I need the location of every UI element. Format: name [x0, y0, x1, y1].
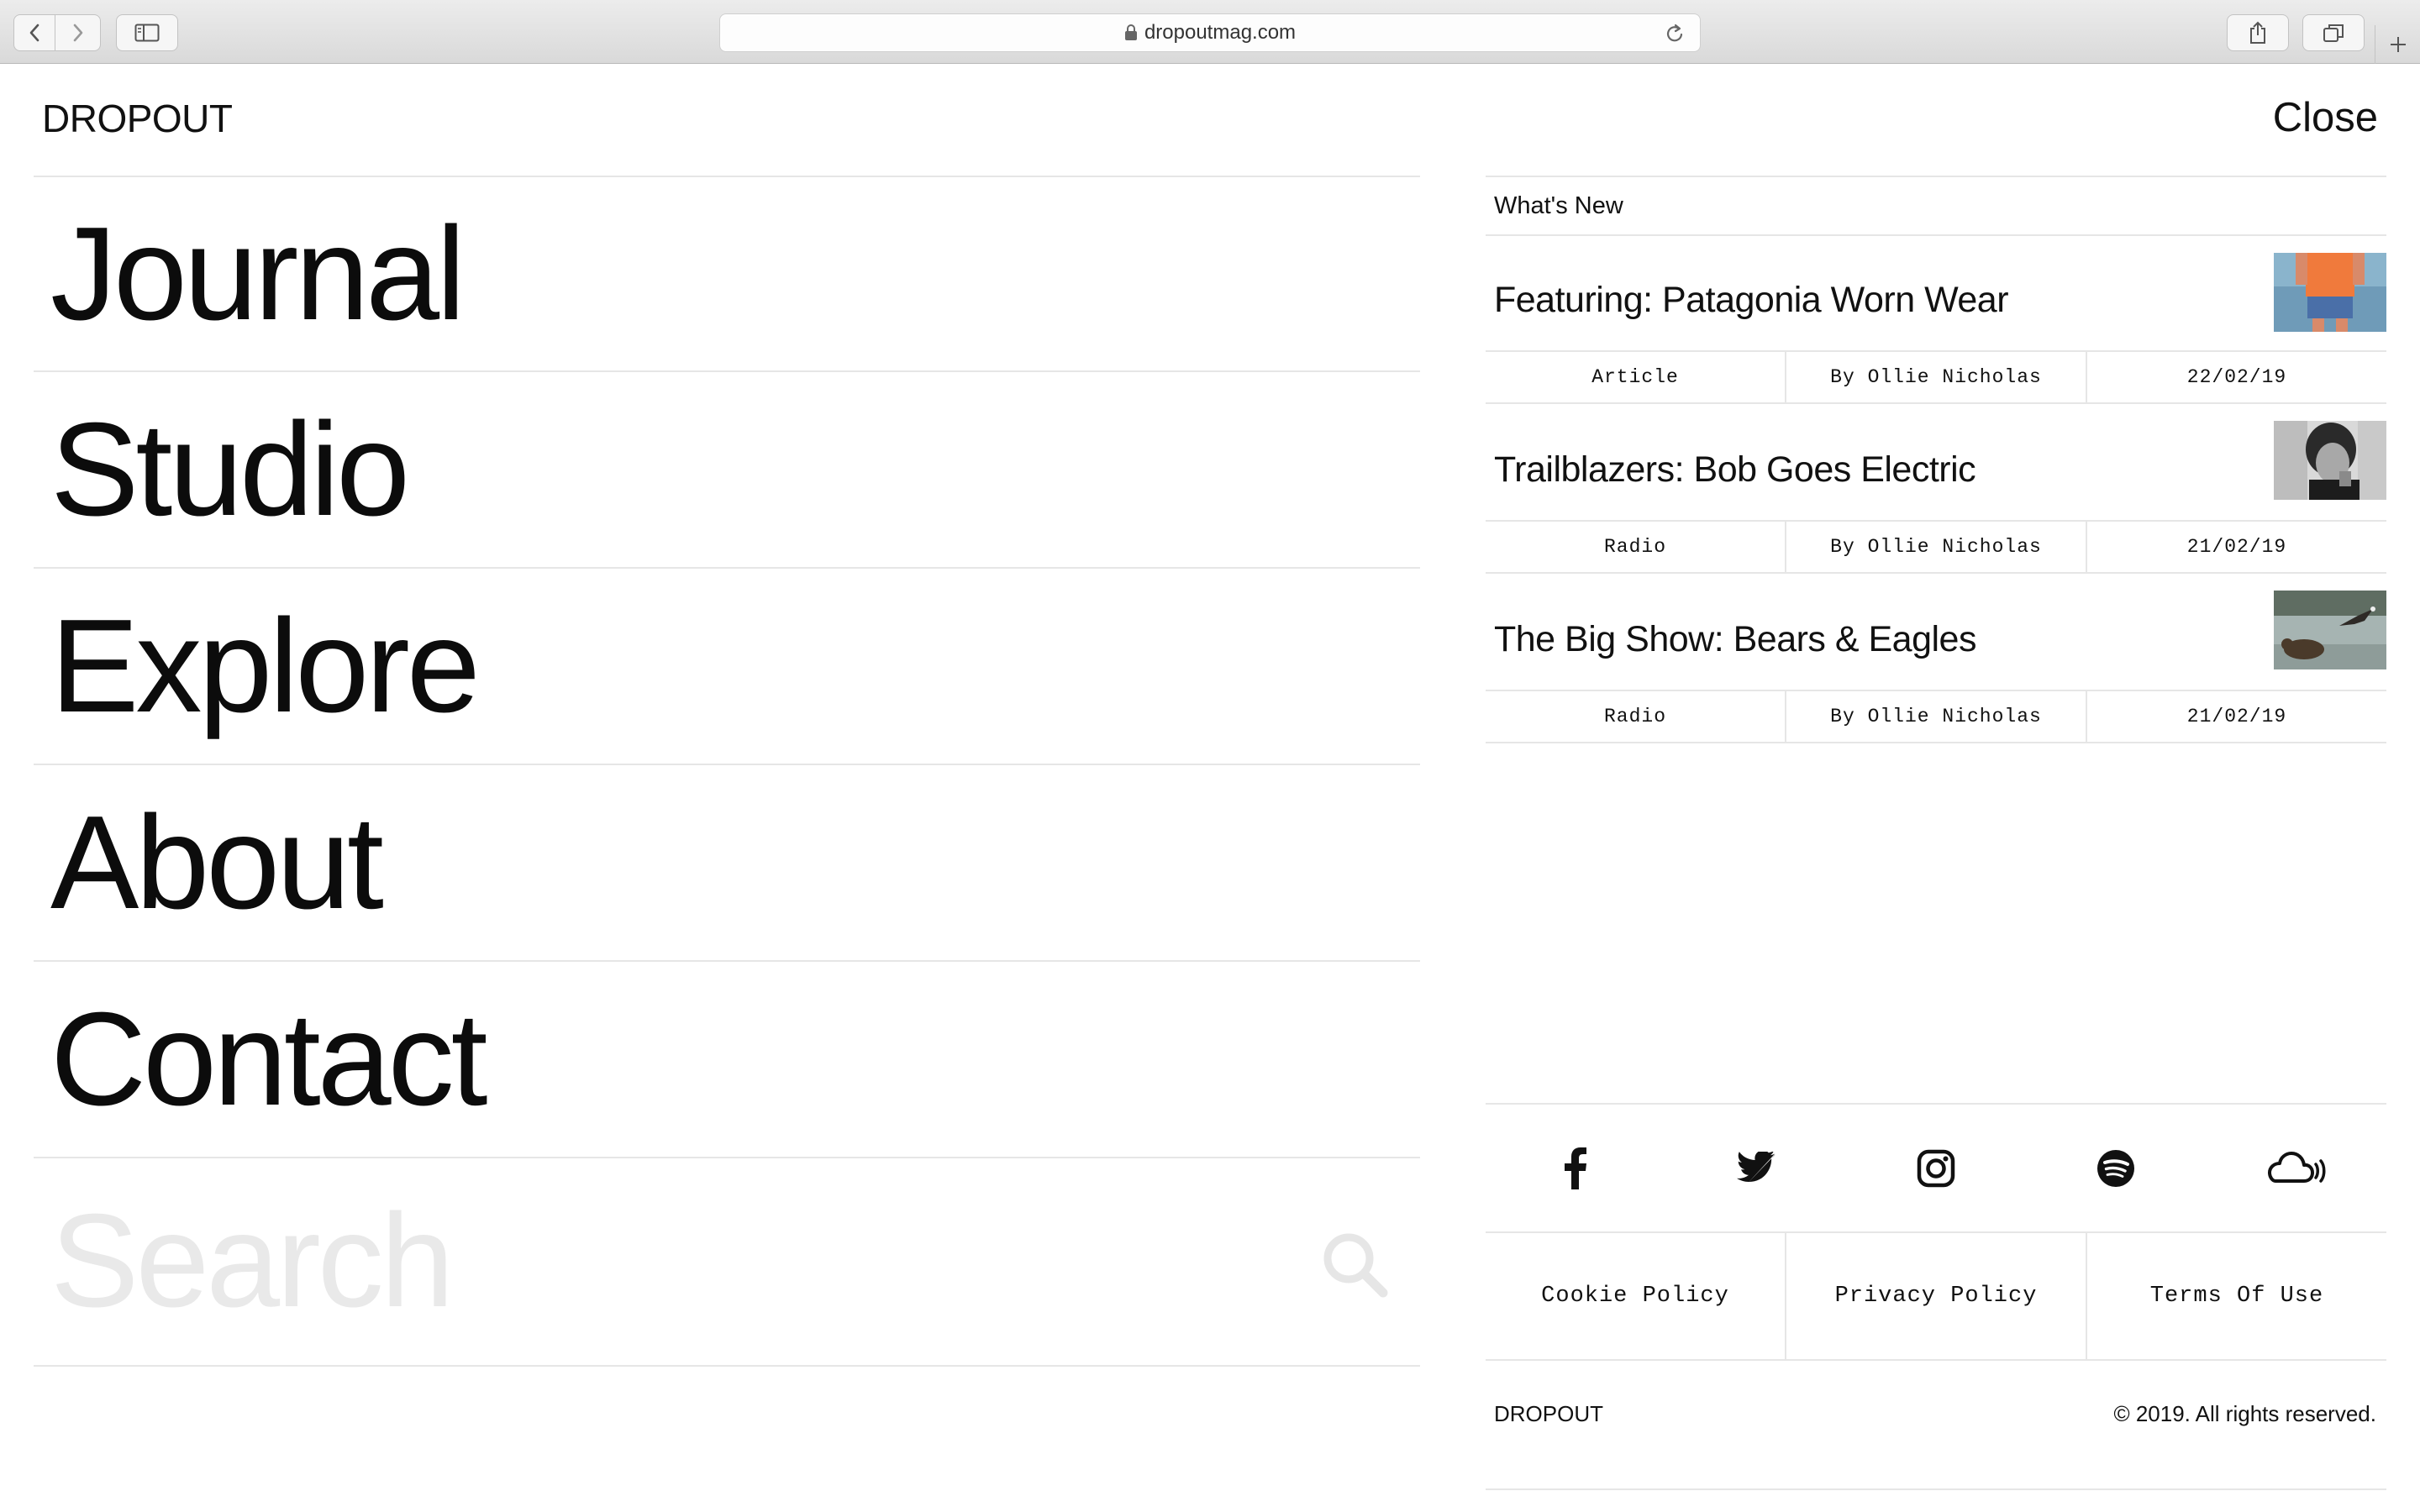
twitter-icon: [1736, 1151, 1776, 1182]
social-links: [1486, 1103, 2386, 1233]
soundcloud-link[interactable]: [2207, 1105, 2386, 1231]
nav-item-explore[interactable]: Explore: [34, 569, 1420, 765]
policy-links: Cookie Policy Privacy Policy Terms Of Us…: [1486, 1233, 2386, 1361]
footer: DROPOUT © 2019. All rights reserved.: [1486, 1361, 2386, 1490]
list-item[interactable]: The Big Show: Bears & Eagles Radio By Ol…: [1486, 574, 2386, 743]
whats-new-panel: What's New Featuring: Patagonia Worn Wea…: [1486, 176, 2386, 743]
privacy-policy-link[interactable]: Privacy Policy: [1785, 1233, 2086, 1359]
news-meta: Article By Ollie Nicholas 22/02/19: [1486, 350, 2386, 404]
whats-new-heading: What's New: [1486, 176, 2386, 236]
twitter-link[interactable]: [1665, 1105, 1845, 1231]
spotify-icon: [2097, 1149, 2135, 1187]
search-input[interactable]: [50, 1185, 1294, 1336]
instagram-icon: [1917, 1149, 1955, 1187]
sidebar-icon: [134, 24, 160, 42]
reload-icon[interactable]: [1665, 23, 1685, 45]
back-button[interactable]: [13, 14, 55, 51]
instagram-link[interactable]: [1846, 1105, 2026, 1231]
list-item[interactable]: Trailblazers: Bob Goes Electric Radio By…: [1486, 404, 2386, 574]
plus-icon: [2390, 37, 2406, 52]
thumbnail-image[interactable]: [2274, 253, 2386, 332]
news-title[interactable]: Trailblazers: Bob Goes Electric: [1494, 449, 1976, 491]
new-tab-button[interactable]: [2375, 25, 2420, 64]
thumbnail-image[interactable]: [2274, 591, 2386, 669]
news-meta: Radio By Ollie Nicholas 21/02/19: [1486, 520, 2386, 574]
nav-item-journal[interactable]: Journal: [34, 176, 1420, 372]
nav-item-contact[interactable]: Contact: [34, 962, 1420, 1158]
news-type: Radio: [1603, 536, 1666, 558]
facebook-icon: [1565, 1147, 1587, 1189]
news-title[interactable]: Featuring: Patagonia Worn Wear: [1494, 280, 2009, 321]
browser-toolbar: dropoutmag.com: [0, 0, 2420, 64]
news-title[interactable]: The Big Show: Bears & Eagles: [1494, 619, 1976, 660]
close-button[interactable]: Close: [2273, 94, 2378, 141]
thumbnail-image[interactable]: [2274, 421, 2386, 500]
main-nav: Journal Studio Explore About Contact: [34, 176, 1420, 1158]
site-logo[interactable]: DROPOUT: [42, 96, 233, 141]
list-item[interactable]: Featuring: Patagonia Worn Wear Article B…: [1486, 236, 2386, 404]
copyright-text: © 2019. All rights reserved.: [2113, 1401, 2376, 1426]
search-icon[interactable]: [1321, 1231, 1388, 1298]
chevron-right-icon: [73, 24, 82, 42]
search-bar: [34, 1160, 1420, 1367]
nav-item-about[interactable]: About: [34, 765, 1420, 962]
news-author: By Ollie Nicholas: [1785, 522, 2086, 572]
facebook-link[interactable]: [1486, 1105, 1665, 1231]
lock-icon: [1124, 24, 1137, 40]
cookie-policy-link[interactable]: Cookie Policy: [1486, 1233, 1785, 1359]
nav-item-studio[interactable]: Studio: [34, 372, 1420, 569]
tabs-icon: [2323, 24, 2344, 42]
soundcloud-icon: [2267, 1151, 2326, 1183]
url-text: dropoutmag.com: [1144, 21, 1297, 44]
share-button[interactable]: [2227, 14, 2289, 51]
news-date: 21/02/19: [2086, 522, 2386, 572]
address-bar[interactable]: dropoutmag.com: [719, 13, 1701, 52]
news-date: 21/02/19: [2086, 691, 2386, 742]
share-icon: [2250, 21, 2265, 44]
news-type: Article: [1591, 366, 1679, 388]
news-date: 22/02/19: [2086, 352, 2386, 402]
terms-of-use-link[interactable]: Terms Of Use: [2086, 1233, 2386, 1359]
sidebar-toggle-button[interactable]: [116, 14, 178, 51]
news-type: Radio: [1603, 706, 1666, 727]
chevron-left-icon: [29, 24, 39, 42]
forward-button[interactable]: [55, 14, 101, 51]
tab-overview-button[interactable]: [2302, 14, 2365, 51]
footer-logo[interactable]: DROPOUT: [1494, 1401, 1603, 1427]
news-meta: Radio By Ollie Nicholas 21/02/19: [1486, 690, 2386, 743]
news-author: By Ollie Nicholas: [1785, 352, 2086, 402]
spotify-link[interactable]: [2026, 1105, 2206, 1231]
news-author: By Ollie Nicholas: [1785, 691, 2086, 742]
